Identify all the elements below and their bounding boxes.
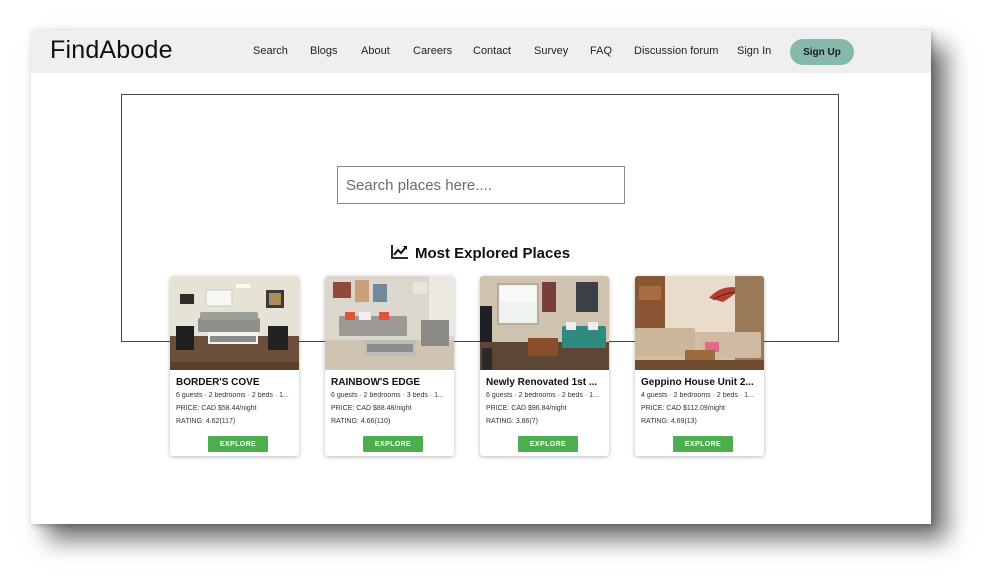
card-title: BORDER'S COVE — [176, 377, 260, 388]
card-rating: RATING: 4.66(110) — [331, 418, 391, 425]
card-meta: 6 guests · 2 bedrooms · 2 beds · 1... — [176, 392, 289, 399]
section-heading: Most Explored Places — [391, 243, 570, 263]
nav-search[interactable]: Search — [253, 45, 288, 57]
brand-logo[interactable]: FindAbode — [50, 36, 173, 65]
place-photo[interactable] — [325, 276, 454, 370]
place-card[interactable]: BORDER'S COVE 6 guests · 2 bedrooms · 2 … — [170, 276, 299, 456]
browser-window: FindAbode Search Blogs About Careers Con… — [31, 30, 931, 524]
place-card[interactable]: Newly Renovated 1st ... 6 guests · 2 bed… — [480, 276, 609, 456]
card-price: PRICE: CAD $96.84/night — [486, 405, 567, 412]
place-photo[interactable] — [170, 276, 299, 370]
place-card[interactable]: RAINBOW'S EDGE 6 guests · 2 bedrooms · 3… — [325, 276, 454, 456]
explore-button[interactable]: EXPLORE — [518, 436, 578, 452]
nav-contact[interactable]: Contact — [473, 45, 511, 57]
card-title: Geppino House Unit 2... — [641, 377, 754, 388]
nav-sign-in[interactable]: Sign In — [737, 45, 771, 57]
card-title: RAINBOW'S EDGE — [331, 377, 421, 388]
card-title: Newly Renovated 1st ... — [486, 377, 598, 388]
card-meta: 6 guests · 2 bedrooms · 3 beds · 1... — [331, 392, 444, 399]
section-title: Most Explored Places — [415, 244, 571, 262]
card-price: PRICE: CAD $112.09/night — [641, 405, 725, 412]
trending-up-icon — [391, 243, 409, 263]
card-rating: RATING: 4.62(117) — [176, 418, 236, 425]
explore-button[interactable]: EXPLORE — [208, 436, 268, 452]
sign-up-button[interactable]: Sign Up — [790, 39, 854, 65]
card-rating: RATING: 3.86(7) — [486, 418, 538, 425]
place-photo[interactable] — [480, 276, 609, 370]
card-price: PRICE: CAD $58.44/night — [176, 405, 257, 412]
place-card[interactable]: Geppino House Unit 2... 4 guests · 2 bed… — [635, 276, 764, 456]
nav-faq[interactable]: FAQ — [590, 45, 612, 57]
card-price: PRICE: CAD $88.48/night — [331, 405, 412, 412]
nav-survey[interactable]: Survey — [534, 45, 568, 57]
card-rating: RATING: 4.69(13) — [641, 418, 697, 425]
nav-discussion-forum[interactable]: Discussion forum — [634, 45, 718, 57]
card-meta: 4 guests · 2 bedrooms · 2 beds · 1... — [641, 392, 754, 399]
explore-button[interactable]: EXPLORE — [673, 436, 733, 452]
place-photo[interactable] — [635, 276, 764, 370]
nav-about[interactable]: About — [361, 45, 390, 57]
search-input[interactable] — [337, 166, 625, 204]
explore-button[interactable]: EXPLORE — [363, 436, 423, 452]
nav-careers[interactable]: Careers — [413, 45, 452, 57]
top-navbar: FindAbode Search Blogs About Careers Con… — [31, 30, 931, 73]
card-meta: 6 guests · 2 bedrooms · 2 beds · 1... — [486, 392, 599, 399]
nav-blogs[interactable]: Blogs — [310, 45, 338, 57]
